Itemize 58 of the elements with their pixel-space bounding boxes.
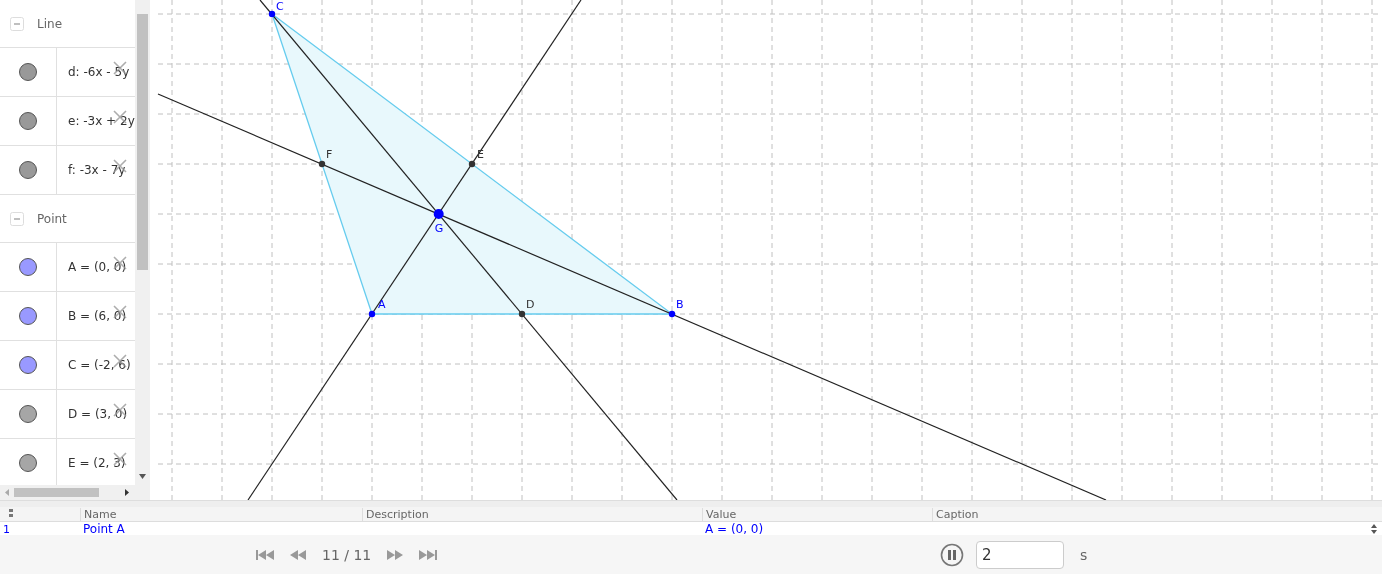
delete-icon[interactable] [112, 353, 128, 369]
point-label: E [477, 148, 484, 161]
group-label: Line [37, 16, 62, 31]
next-step-icon[interactable] [387, 549, 404, 560]
collapse-toggle[interactable] [10, 16, 24, 31]
point-label: B [676, 298, 684, 311]
collapse-toggle[interactable] [10, 211, 24, 226]
visibility-dot[interactable] [19, 356, 37, 374]
spinner-icon[interactable] [1370, 523, 1378, 535]
row-number: 1 [2, 522, 11, 536]
algebra-entry[interactable]: B = (6, 0) [68, 309, 127, 323]
algebra-entry[interactable]: f: -3x - 7y [68, 163, 126, 177]
table-cell: Point A [83, 522, 125, 536]
algebra-entry[interactable]: d: -6x - 5y [68, 65, 130, 79]
point[interactable] [318, 160, 326, 168]
pause-icon[interactable] [940, 542, 964, 567]
point-label: A [378, 298, 386, 311]
column-header[interactable]: Value [702, 507, 932, 521]
algebra-entry[interactable]: D = (3, 0) [68, 407, 128, 421]
unit-label: s [1080, 546, 1088, 563]
algebra-entry[interactable]: E = (2, 3) [68, 456, 126, 470]
speed-field[interactable]: 2 [976, 540, 1064, 569]
column-header[interactable]: Name [80, 507, 362, 521]
point[interactable] [468, 160, 476, 168]
algebra-entry[interactable]: C = (-2, 6) [68, 358, 131, 372]
point[interactable] [368, 310, 376, 318]
point-label: D [526, 298, 535, 311]
delete-icon[interactable] [112, 451, 128, 467]
group-label: Point [37, 211, 67, 226]
algebra-entry[interactable]: e: -3x + 2y [68, 114, 135, 128]
vertical-scrollbar[interactable] [135, 0, 150, 500]
previous-step-icon[interactable] [290, 549, 306, 560]
point-label: C [276, 0, 284, 13]
first-step-icon[interactable] [256, 549, 274, 560]
step-counter: 11 / 11 [322, 546, 372, 563]
point-label: G [434, 222, 444, 235]
visibility-dot[interactable] [19, 161, 37, 179]
delete-icon[interactable] [112, 304, 128, 320]
last-step-icon[interactable] [419, 549, 438, 560]
point[interactable] [668, 310, 676, 318]
graph-view[interactable]: C F E G A D B [150, 0, 1382, 500]
visibility-dot[interactable] [19, 258, 37, 276]
table-cell: A = (0, 0) [705, 522, 764, 536]
algebra-entry[interactable]: A = (0, 0) [68, 260, 127, 274]
column-header[interactable]: Description [362, 507, 702, 521]
column-header[interactable]: Caption [932, 507, 1366, 521]
visibility-dot[interactable] [19, 307, 37, 325]
visibility-dot[interactable] [19, 405, 37, 423]
horizontal-scrollbar[interactable] [0, 485, 135, 500]
point[interactable] [268, 10, 276, 18]
delete-icon[interactable] [112, 255, 128, 271]
point[interactable] [518, 310, 526, 318]
visibility-dot[interactable] [19, 112, 37, 130]
point-label: F [326, 148, 333, 161]
point[interactable] [433, 209, 444, 219]
visibility-dot[interactable] [19, 63, 37, 81]
visibility-dot[interactable] [19, 454, 37, 472]
delete-icon[interactable] [112, 402, 128, 418]
